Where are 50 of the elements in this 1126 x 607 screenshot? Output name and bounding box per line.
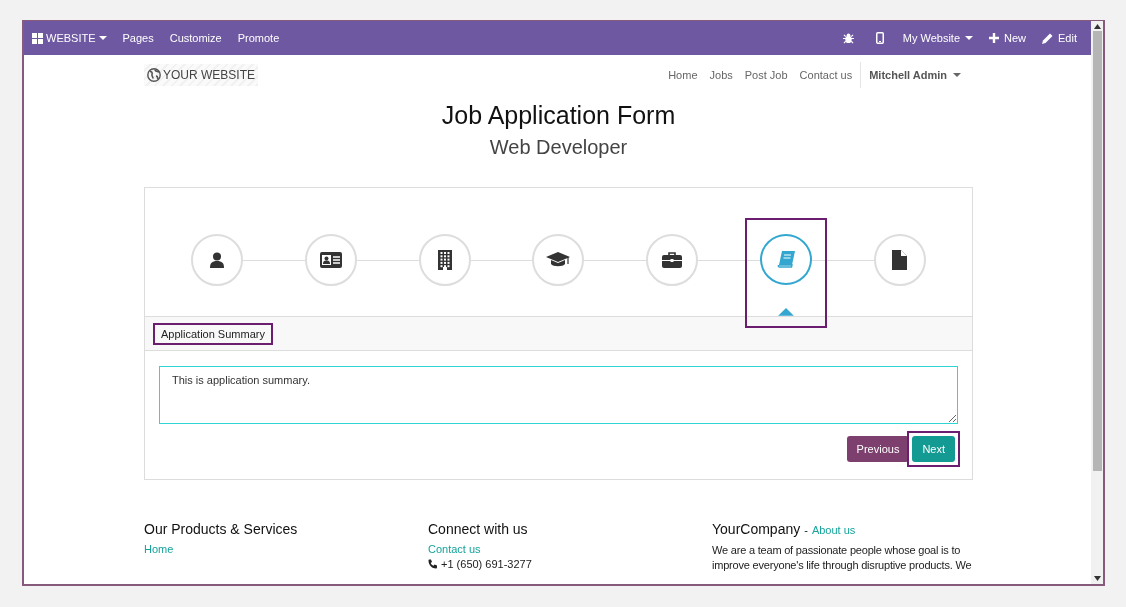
scrollbar[interactable] — [1091, 21, 1103, 584]
caret-icon — [965, 35, 973, 41]
file-icon — [892, 250, 908, 270]
nav-link[interactable]: Post Job — [738, 65, 794, 85]
previous-button[interactable]: Previous — [846, 436, 910, 462]
phone-number: +1 (650) 691-3277 — [441, 558, 532, 570]
id-card-icon — [319, 252, 342, 268]
nav-link[interactable]: Home — [662, 65, 704, 85]
pencil-icon — [1042, 32, 1054, 44]
plus-icon — [989, 33, 999, 43]
scroll-down-icon — [1093, 576, 1101, 581]
footer-link[interactable]: About us — [811, 524, 856, 536]
editor-menu-item[interactable]: Customize — [161, 28, 230, 48]
pointer-icon — [778, 308, 795, 316]
app-menu-button[interactable]: WEBSITE — [30, 28, 115, 48]
scroll-up-icon — [1093, 24, 1101, 29]
bug-icon — [842, 32, 854, 44]
caret-icon — [98, 35, 107, 41]
caret-icon — [953, 72, 961, 78]
phone-icon — [428, 559, 438, 569]
summary-field[interactable]: This is application summary. — [159, 366, 958, 424]
grid-icon — [32, 32, 43, 44]
new-button[interactable]: New — [981, 28, 1035, 48]
scroll-thumb[interactable] — [1092, 31, 1102, 471]
editor-menu-item[interactable]: Pages — [114, 28, 162, 48]
building-icon — [437, 250, 452, 270]
book-icon — [777, 250, 796, 269]
user-menu[interactable]: Mitchell Admin — [863, 65, 967, 85]
footer-heading: Our Products & Services — [144, 521, 299, 537]
site-logo[interactable]: YOUR WEBSITE — [144, 64, 258, 86]
nav-link[interactable]: Jobs — [703, 65, 739, 85]
globe-icon — [147, 68, 161, 82]
next-button[interactable]: Next — [912, 436, 955, 462]
phone-icon — [875, 32, 884, 44]
footer-link[interactable]: Contact us — [428, 543, 712, 555]
page-subtitle: Web Developer — [488, 135, 629, 160]
edit-button[interactable]: Edit — [1034, 28, 1085, 48]
footer-heading: Connect with us — [428, 521, 529, 537]
editor-menu-item[interactable]: Promote — [229, 28, 288, 48]
footer-link[interactable]: Home — [144, 543, 428, 555]
website-switcher[interactable]: My Website — [894, 28, 981, 48]
person-icon — [210, 252, 224, 268]
company-name: YourCompany — [712, 521, 801, 537]
separator-text: - — [804, 524, 808, 536]
nav-link[interactable]: Contact us — [793, 65, 859, 85]
briefcase-icon — [662, 252, 683, 268]
graduation-cap-icon — [546, 252, 571, 268]
section-title: Application Summary — [153, 322, 273, 345]
company-description: We are a team of passionate people whose goal is to improve everyone's life through disruptive products. We — [712, 543, 973, 573]
page-title: Job Application Form — [440, 100, 677, 131]
